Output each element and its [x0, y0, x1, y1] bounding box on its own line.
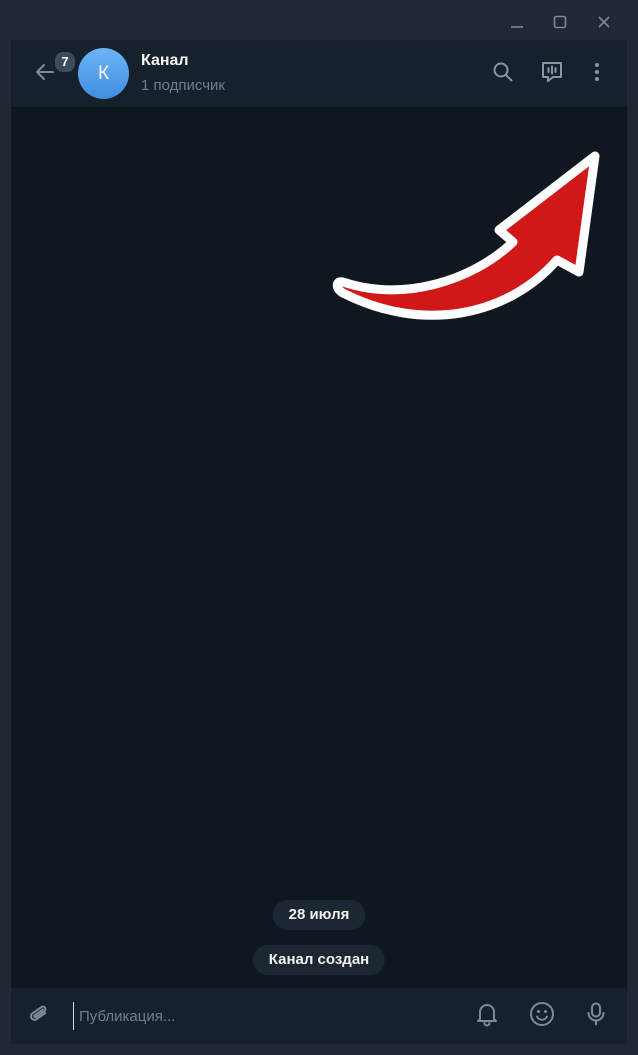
avatar[interactable]: К: [78, 48, 129, 99]
live-stream-button[interactable]: [536, 58, 568, 90]
bell-icon: [474, 1001, 500, 1032]
chat-window: 7 К Канал 1 подписчик 28 июля Канал созд…: [11, 40, 627, 1044]
maximize-icon[interactable]: [546, 8, 574, 36]
emoji-button[interactable]: [526, 1000, 558, 1032]
search-icon: [491, 60, 515, 89]
voice-record-button[interactable]: [580, 1000, 612, 1032]
microphone-icon: [583, 1001, 609, 1032]
notifications-button[interactable]: [471, 1000, 503, 1032]
date-label: 28 июля: [272, 900, 366, 930]
message-input-wrapper: [73, 1002, 459, 1030]
close-icon[interactable]: [590, 8, 618, 36]
red-arrow-annotation: [332, 151, 600, 320]
more-vertical-icon: [585, 60, 609, 89]
attach-button[interactable]: [23, 1000, 55, 1032]
live-stream-icon: [539, 59, 565, 90]
search-button[interactable]: [487, 58, 519, 90]
minimize-icon[interactable]: [503, 8, 531, 36]
service-message: Канал создан: [252, 945, 386, 975]
more-button[interactable]: [581, 58, 613, 90]
chat-title[interactable]: Канал: [141, 52, 189, 70]
title-bar: [0, 0, 638, 40]
emoji-icon: [528, 1000, 556, 1033]
paperclip-icon: [26, 1001, 52, 1032]
message-input[interactable]: [79, 1007, 449, 1025]
subscriber-count[interactable]: 1 подписчик: [141, 77, 225, 94]
message-composer: [11, 988, 627, 1044]
chat-header: 7 К Канал 1 подписчик: [11, 40, 627, 108]
unread-badge: 7: [53, 50, 77, 74]
app-window: 7 К Канал 1 подписчик 28 июля Канал созд…: [0, 0, 638, 1055]
